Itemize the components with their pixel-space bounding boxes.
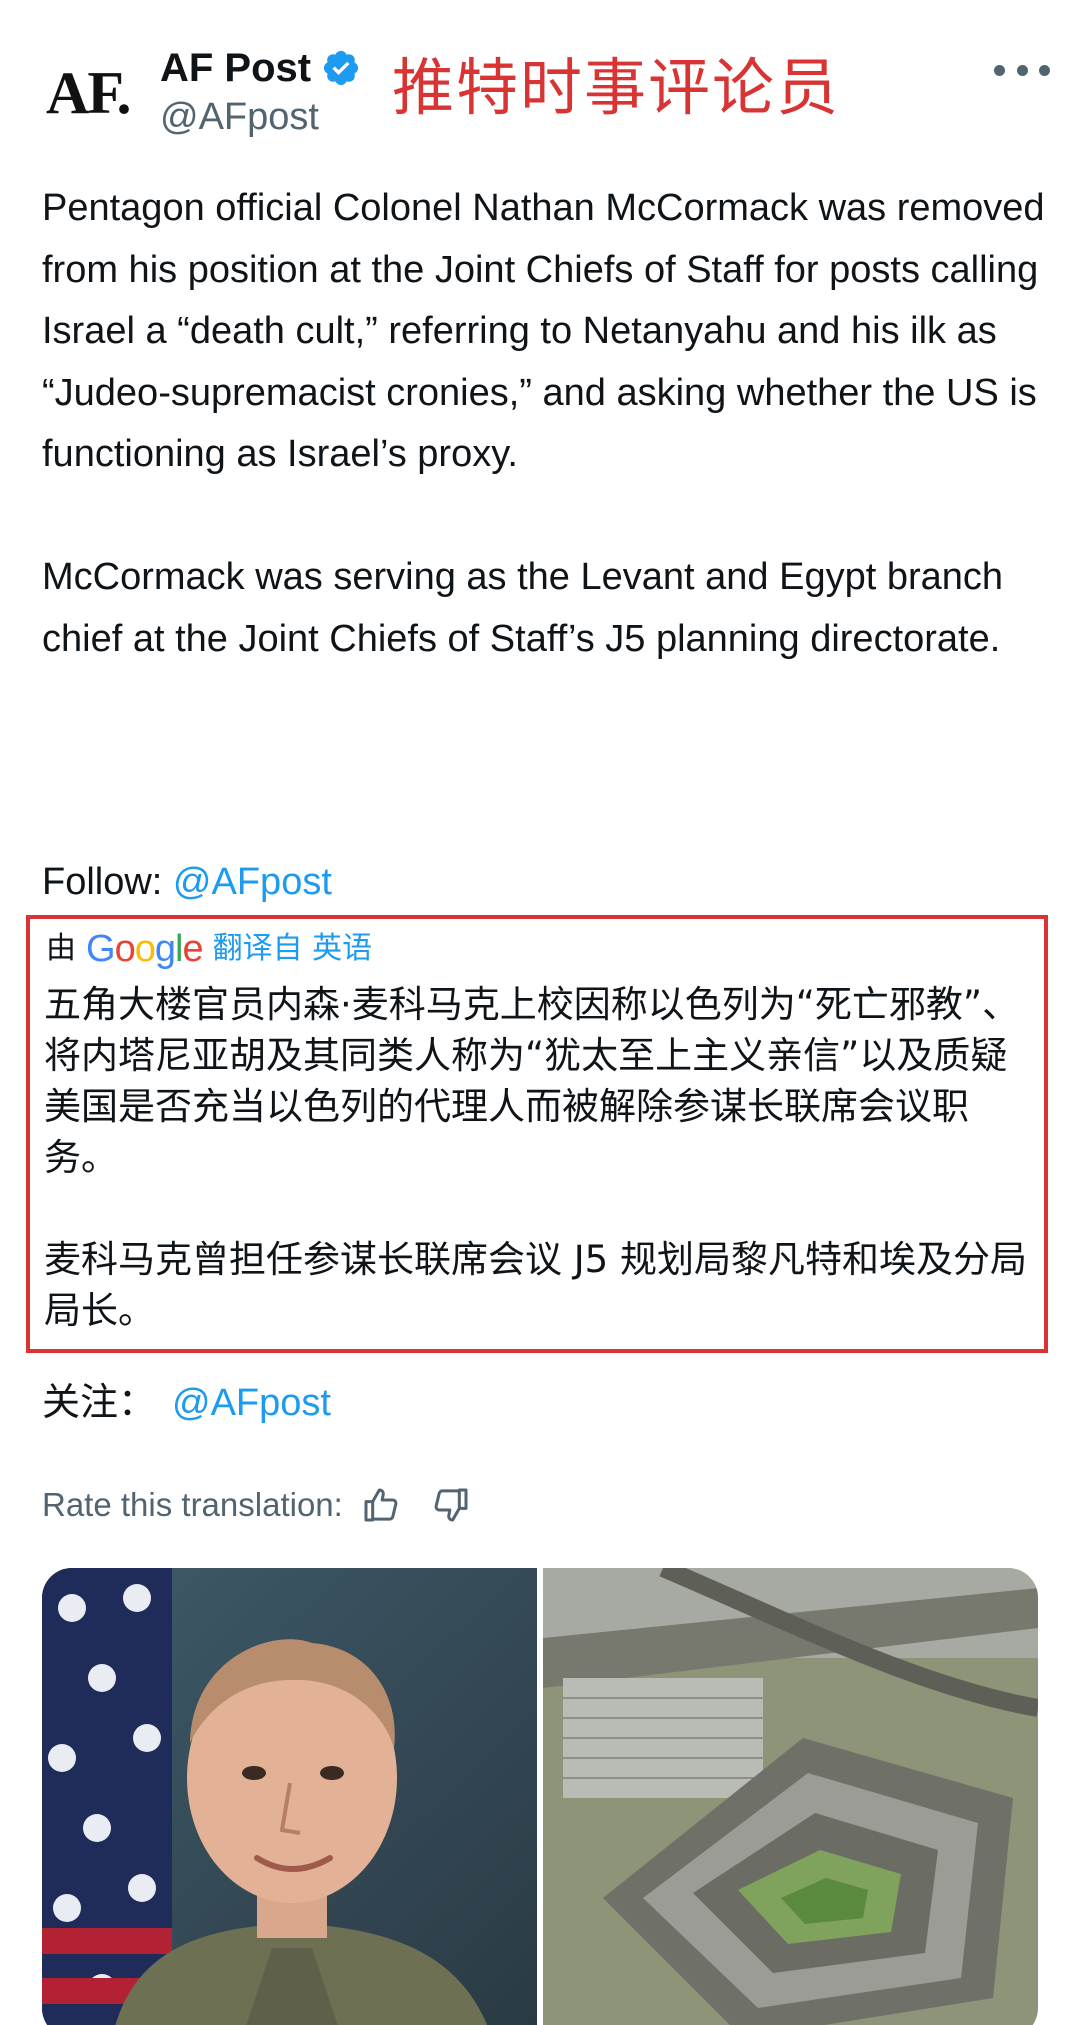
- more-dot: [1016, 64, 1028, 76]
- portrait-photo[interactable]: [42, 1568, 537, 2025]
- author-handle[interactable]: @AFpost: [160, 94, 319, 140]
- translated-follow-line: 关注： @AFpost: [42, 1370, 331, 1435]
- tweet-header: AF. AF Post @AFpost 推特时事评论员: [0, 0, 1080, 160]
- rate-translation-label: Rate this translation:: [42, 1486, 343, 1523]
- follow-label: Follow:: [42, 861, 173, 903]
- translated-follow-mention-link[interactable]: @AFpost: [172, 1382, 331, 1424]
- translated-paragraph: 五角大楼官员内森·麦科马克上校因称以色列为“死亡邪教”、将内塔尼亚胡及其同类人称…: [44, 983, 1020, 1179]
- avatar[interactable]: AF.: [46, 58, 138, 128]
- verified-badge-icon: [324, 50, 359, 86]
- tweet-paragraph: Pentagon official Colonel Nathan McCorma…: [42, 187, 1045, 475]
- pentagon-aerial-photo[interactable]: [543, 1568, 1038, 2025]
- thumbs-down-icon[interactable]: [431, 1485, 471, 1525]
- rate-translation-row: Rate this translation:: [42, 1482, 471, 1528]
- follow-mention-link[interactable]: @AFpost: [173, 861, 332, 903]
- tweet-follow-line: Follow: @AFpost: [42, 850, 332, 914]
- translated-by-row: 由 Google 翻译自 英语: [46, 925, 372, 973]
- tweet-paragraph: McCormack was serving as the Levant and …: [42, 556, 1004, 660]
- translated-paragraph: 麦科马克曾担任参谋长联席会议 J5 规划局黎凡特和埃及分局局长。: [44, 1238, 1027, 1332]
- more-dot: [994, 64, 1005, 76]
- more-dot: [1039, 64, 1050, 76]
- translated-follow-label: 关注：: [42, 1380, 157, 1424]
- more-options-icon[interactable]: [994, 56, 1050, 84]
- google-logo: Google: [86, 928, 204, 970]
- translated-by-label: 由: [46, 931, 76, 966]
- watermark-text: 推特时事评论员: [392, 51, 841, 124]
- author-name-row: AF Post: [160, 44, 361, 92]
- translated-from-link[interactable]: 翻译自 英语: [213, 925, 373, 973]
- translation-highlight-box: 由 Google 翻译自 英语 五角大楼官员内森·麦科马克上校因称以色列为“死亡…: [26, 915, 1048, 1353]
- portrait-image: [42, 1568, 537, 2025]
- tweet-media-grid: [42, 1568, 1038, 2025]
- author-display-name[interactable]: AF Post: [160, 44, 311, 92]
- tweet-body: Pentagon official Colonel Nathan McCorma…: [42, 178, 1052, 670]
- translated-body: 五角大楼官员内森·麦科马克上校因称以色列为“死亡邪教”、将内塔尼亚胡及其同类人称…: [44, 979, 1040, 1336]
- thumbs-up-icon[interactable]: [361, 1485, 401, 1525]
- pentagon-image: [543, 1568, 1038, 2025]
